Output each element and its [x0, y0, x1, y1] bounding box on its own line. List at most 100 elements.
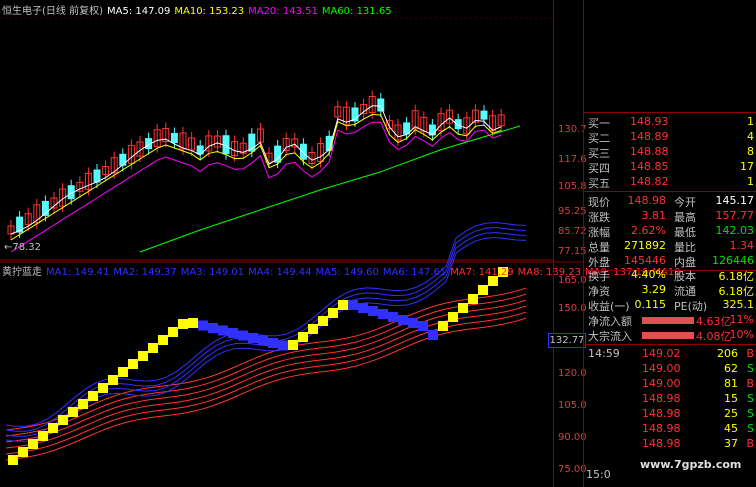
- kline-chart-area[interactable]: 恒生电子(日线 前复权) MA5: 147.09 MA10: 153.23 MA20:…: [0, 0, 681, 487]
- indicator-block: [58, 415, 68, 425]
- indicator-block: [8, 455, 18, 465]
- bid-row-2[interactable]: 买二 148.89 4: [588, 130, 754, 145]
- stat-value: 2.62%: [631, 224, 666, 237]
- bid-volume: 1: [747, 175, 754, 188]
- indicator-block: [378, 309, 388, 319]
- tick-time: 14:59: [588, 347, 620, 360]
- indicator-block: [468, 294, 478, 304]
- indicator-block: [458, 303, 468, 313]
- tick-side: B: [746, 437, 754, 450]
- bid-label: 买一: [588, 117, 610, 130]
- indicator-block: [388, 312, 398, 322]
- tick-volume: 81: [724, 377, 738, 390]
- indicator-block: [18, 447, 28, 457]
- indicator-block: [338, 300, 348, 310]
- indicator-block: [108, 375, 118, 385]
- tick-row[interactable]: 149.00 81 B: [588, 377, 754, 392]
- bid-price: 148.88: [630, 145, 669, 158]
- bid-price: 148.93: [630, 115, 669, 128]
- ma3-legend: MA3: 149.01: [180, 267, 245, 278]
- tick-side: B: [746, 377, 754, 390]
- indicator-block: [208, 323, 218, 333]
- stat-value: 3.81: [641, 209, 667, 222]
- stat-value: 142.03: [715, 224, 755, 237]
- tick-volume: 37: [724, 437, 738, 450]
- indicator-block: [138, 351, 148, 361]
- stat-label: 量比: [674, 241, 696, 254]
- indicator-block: [68, 407, 78, 417]
- indicator-block: [198, 320, 208, 331]
- ma60-legend: MA60: 131.65: [321, 6, 392, 17]
- tick-volume: 45: [724, 422, 738, 435]
- tick-side: S: [747, 422, 754, 435]
- ma7-legend: MA7: 141.29: [450, 267, 514, 278]
- tick-volume: 206: [717, 347, 738, 360]
- ma5-legend: MA5: 147.09: [106, 6, 171, 17]
- indicator-block: [268, 338, 278, 348]
- bid-volume: 8: [747, 145, 754, 158]
- indicator-block: [418, 321, 428, 331]
- bid-price: 148.85: [630, 160, 669, 173]
- indicator-block: [478, 285, 488, 295]
- chart-title: 恒生电子(日线 前复权): [2, 6, 103, 17]
- quote-panel: 买一 148.93 1 买二 148.89 4 买三 148.88 8 买四 1…: [583, 0, 756, 487]
- indicator-block: [158, 335, 168, 345]
- tick-price: 149.02: [642, 347, 681, 360]
- ma10-line: [10, 113, 502, 241]
- bid-row-4[interactable]: 买四 148.85 17: [588, 160, 754, 175]
- stat-row-5: 外盘 145446 内盘 126446: [588, 254, 754, 269]
- stat-label: 净资: [588, 285, 610, 298]
- indicator-block: [238, 330, 248, 341]
- tick-price: 148.98: [642, 437, 681, 450]
- bid-row-5[interactable]: 买五 148.82 1: [588, 175, 754, 190]
- stat-row-1: 现价 148.98 今开 145.17: [588, 194, 754, 209]
- candle: [480, 110, 488, 120]
- ma6-legend: MA6: 147.61: [382, 267, 447, 278]
- indicator-block: [188, 318, 198, 328]
- tick-price: 149.00: [642, 362, 681, 375]
- stat2-row-1: 换手 4.40% 股本 6.18亿: [588, 268, 754, 283]
- indicator-block: [248, 333, 258, 343]
- indicator-block: [128, 359, 138, 369]
- tick-side: S: [747, 362, 754, 375]
- tick-row[interactable]: 148.98 45 S: [588, 422, 754, 437]
- bid-row-1[interactable]: 买一 148.93 1: [588, 115, 754, 130]
- stat-value: 1.34: [729, 239, 755, 252]
- ma20-legend: MA20: 143.51: [248, 6, 318, 17]
- tick-row[interactable]: 148.98 15 S: [588, 392, 754, 407]
- stat-row-2: 涨跌 3.81 最高 157.77: [588, 209, 754, 224]
- chart-canvas[interactable]: [0, 0, 583, 487]
- indicator-block: [148, 343, 158, 353]
- stat-value: 0.115: [634, 298, 667, 311]
- indicator-title: 黄拧蓝走: [2, 267, 42, 278]
- flow-bar: [642, 317, 694, 324]
- tick-row[interactable]: 14:59 149.02 206 B: [588, 347, 754, 362]
- flow-label: 净流入额: [588, 315, 632, 328]
- watermark: www.7gpzb.com: [640, 458, 742, 471]
- bid-label: 买二: [588, 132, 610, 145]
- ma1-legend: MA1: 149.41: [46, 267, 110, 278]
- tick-volume: 62: [724, 362, 738, 375]
- bid-volume: 4: [747, 130, 754, 143]
- stat-label: 换手: [588, 270, 610, 283]
- footer-time: 15:0: [586, 468, 611, 481]
- indicator-block: [278, 340, 288, 351]
- indicator-block: [98, 383, 108, 393]
- stat-value: 145.17: [715, 194, 755, 207]
- tick-row[interactable]: 148.98 25 S: [588, 407, 754, 422]
- tick-volume: 15: [724, 392, 738, 405]
- ma4-legend: MA4: 149.44: [248, 267, 312, 278]
- stat2-row-3: 收益(一) 0.115 PE(动) 325.1: [588, 298, 754, 313]
- stat-row-3: 涨幅 2.62% 最低 142.03: [588, 224, 754, 239]
- bid-row-3[interactable]: 买三 148.88 8: [588, 145, 754, 160]
- bid-price: 148.89: [630, 130, 669, 143]
- bid-price: 148.82: [630, 175, 669, 188]
- stat-label: 今开: [674, 196, 696, 209]
- tick-row[interactable]: 149.00 62 S: [588, 362, 754, 377]
- tick-price: 149.00: [642, 377, 681, 390]
- candle: [119, 153, 127, 166]
- stat-value: 148.98: [627, 194, 667, 207]
- indicator-block: [298, 332, 308, 342]
- tick-side: S: [747, 407, 754, 420]
- tick-row[interactable]: 148.98 37 B: [588, 437, 754, 452]
